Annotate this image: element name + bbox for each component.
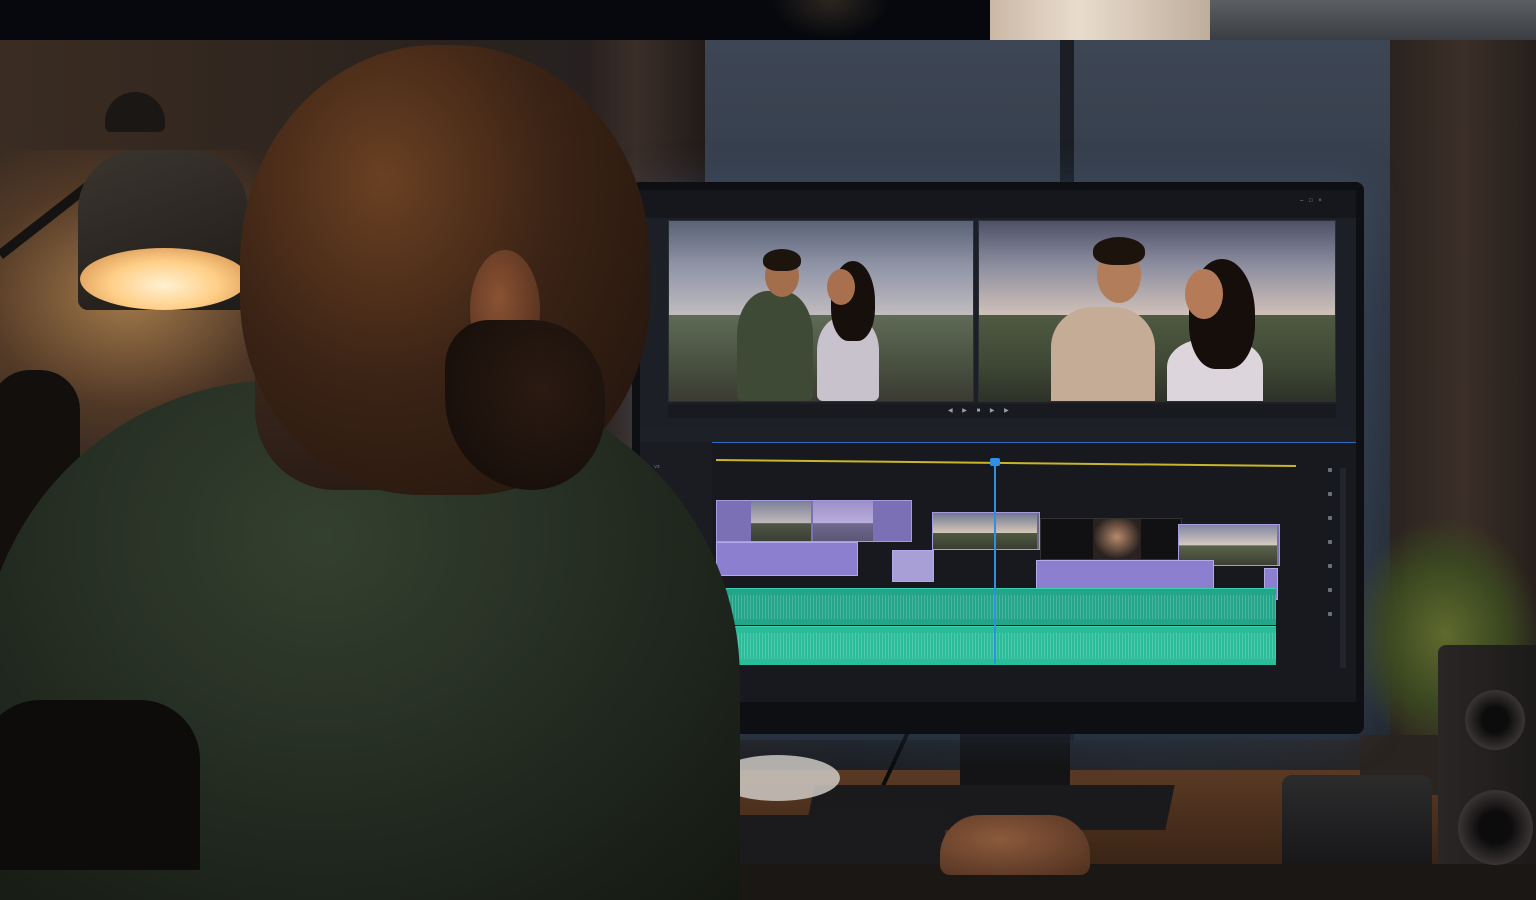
program-monitor[interactable]	[978, 220, 1336, 402]
person-hand	[940, 815, 1090, 875]
playhead-line[interactable]	[994, 464, 996, 664]
speaker-woofer	[1458, 790, 1533, 865]
dark-hair-shape	[770, 0, 890, 40]
tool-icon[interactable]	[1328, 468, 1332, 472]
tool-icon[interactable]	[1328, 564, 1332, 568]
track-label-v3[interactable]: V3	[654, 464, 660, 469]
video-clip[interactable]	[716, 500, 912, 542]
clip-thumbnail	[751, 501, 811, 541]
sky	[669, 221, 973, 320]
video-clip[interactable]	[1040, 518, 1182, 560]
speaker-tweeter	[1465, 690, 1525, 750]
sky	[979, 221, 1335, 320]
video-editor-screen: – □ × ◀ ▶ ■ ▶ ▶ V3 V2 V1	[640, 190, 1356, 702]
transport-bar: ◀ ▶ ■ ▶ ▶	[668, 404, 1336, 418]
tool-icon[interactable]	[1328, 612, 1332, 616]
background-scene	[1210, 0, 1536, 40]
playback-controls[interactable]: ◀ ▶ ■ ▶ ▶	[948, 407, 1013, 414]
tool-icon[interactable]	[1328, 516, 1332, 520]
timeline-tool-icons	[1328, 468, 1338, 698]
landscape	[979, 314, 1335, 401]
coffee-mug	[1282, 775, 1432, 864]
tool-icon[interactable]	[1328, 588, 1332, 592]
time-ruler[interactable]	[716, 446, 1316, 460]
video-clip[interactable]	[932, 512, 1040, 550]
linked-clip[interactable]	[892, 550, 934, 582]
clip-thumbnail	[813, 501, 873, 541]
timeline-scrollbar[interactable]	[1340, 468, 1346, 668]
timeline-header	[640, 428, 1356, 443]
linked-clip[interactable]	[716, 542, 858, 576]
man-hair	[1093, 237, 1145, 265]
woman-face	[827, 269, 855, 305]
chair-armrest	[0, 700, 200, 870]
work-area-bar[interactable]	[716, 458, 1296, 468]
source-monitor[interactable]	[668, 220, 974, 402]
tool-icon[interactable]	[1328, 492, 1332, 496]
man-hair	[763, 249, 801, 271]
keyboard	[735, 815, 945, 864]
man-figure	[1051, 307, 1155, 401]
lamp-bulb	[80, 248, 248, 310]
clip-thumbnail	[1093, 519, 1141, 559]
tool-icon[interactable]	[1328, 540, 1332, 544]
top-image-strip	[0, 0, 1536, 40]
clip-thumbnail	[1179, 525, 1277, 565]
curtain-fabric	[990, 0, 1210, 40]
woman-face	[1185, 269, 1223, 319]
timeline-panel: V3 V2 V1 A1 A2 A3 A4 A5	[640, 428, 1356, 702]
clip-thumbnail	[933, 513, 1037, 549]
editor-menubar: – □ ×	[640, 190, 1356, 218]
window-controls[interactable]: – □ ×	[1300, 198, 1324, 204]
man-figure	[737, 291, 813, 401]
